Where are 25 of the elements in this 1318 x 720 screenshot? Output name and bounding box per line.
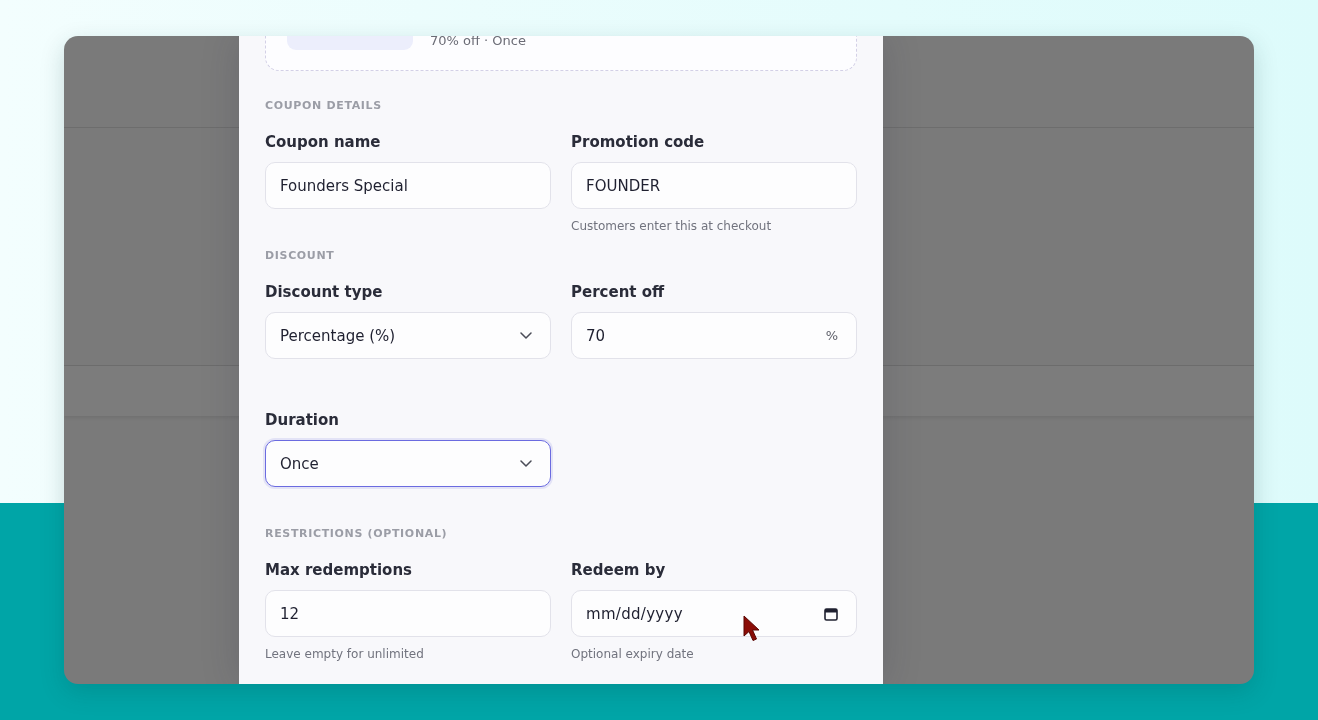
field-label: Promotion code <box>571 132 705 152</box>
field-label: Percent off <box>571 282 665 302</box>
number-field[interactable]: 12 <box>265 590 551 637</box>
percent-suffix: % <box>825 328 838 343</box>
chevron-down-icon <box>520 332 532 339</box>
field-label: Coupon name <box>265 132 381 152</box>
select-field[interactable]: Percentage (%) <box>265 312 551 359</box>
field-label: Redeem by <box>571 560 666 580</box>
number-field[interactable]: 70 % <box>571 312 857 359</box>
text-field[interactable]: FOUNDER <box>571 162 857 209</box>
field-label: Max redemptions <box>265 560 413 580</box>
field-hint: Leave empty for unlimited <box>265 647 424 661</box>
field-hint: Customers enter this at checkout <box>571 219 772 233</box>
field-label: Duration <box>265 410 339 430</box>
mouse-pointer-icon <box>743 615 761 642</box>
section-heading: RESTRICTIONS (OPTIONAL) <box>265 526 449 542</box>
text-field[interactable]: Founders Special <box>265 162 551 209</box>
section-heading: DISCOUNT <box>265 248 336 264</box>
section-heading: COUPON DETAILS <box>265 98 383 114</box>
field-hint: Optional expiry date <box>571 647 694 661</box>
field-label: Discount type <box>265 282 383 302</box>
chevron-down-icon <box>520 460 532 467</box>
calendar-icon[interactable] <box>824 606 838 621</box>
coupon-summary: 70% off · Once <box>430 36 526 50</box>
select-field[interactable]: Once <box>265 440 551 487</box>
